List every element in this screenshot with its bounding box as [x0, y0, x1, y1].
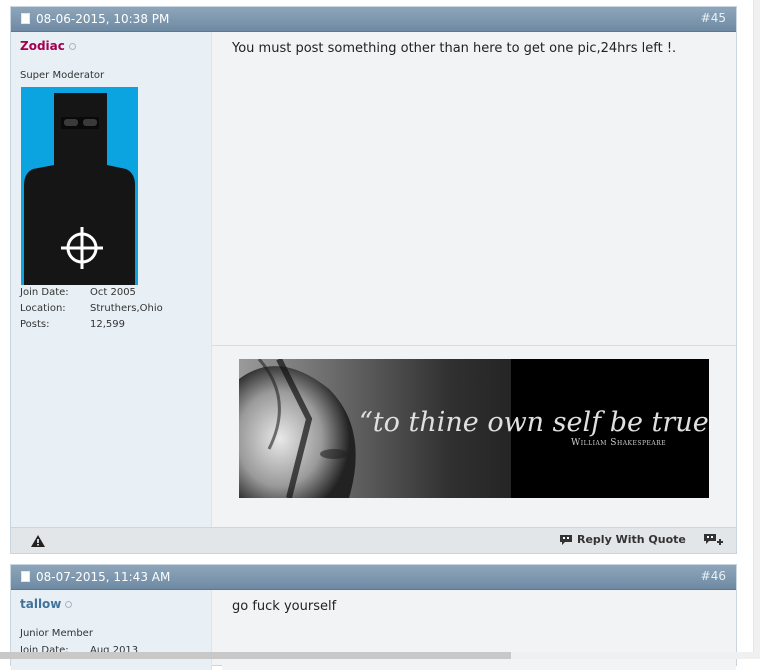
post-message: You must post something other than here …	[232, 41, 677, 56]
signature-image: “to thine own self be true” William Shak…	[239, 359, 709, 498]
user-title: Super Moderator	[20, 70, 105, 81]
offline-status-icon	[68, 43, 76, 50]
signature-attribution: William Shakespeare	[571, 438, 666, 448]
multiquote-plus-icon[interactable]	[703, 533, 723, 547]
user-detail-posts: Posts: 12,599	[20, 319, 125, 330]
post-header: 08-07-2015, 11:43 AM #46	[11, 565, 736, 590]
user-detail-location: Location: Struthers,Ohio	[20, 303, 163, 314]
post-date: 08-06-2015, 10:38 PM	[36, 12, 170, 26]
avatar-image	[21, 87, 138, 285]
username-text[interactable]: tallow	[20, 597, 61, 611]
post-header: 08-06-2015, 10:38 PM #45	[11, 7, 736, 32]
detail-label: Location:	[20, 303, 66, 314]
post-number-link[interactable]: #46	[701, 569, 726, 583]
user-detail-joindate: Join Date: Oct 2005	[20, 287, 136, 298]
detail-label: Posts:	[20, 319, 50, 330]
user-title: Junior Member	[20, 628, 93, 639]
document-icon	[21, 13, 30, 24]
offline-status-icon	[65, 601, 73, 608]
post-message: go fuck yourself	[232, 599, 337, 614]
post-footer: Reply With Quote	[11, 527, 736, 553]
user-info-panel: Zodiac Super Moderator Join Date: Oct 200…	[11, 32, 212, 527]
warning-triangle-icon[interactable]	[31, 535, 45, 547]
signature-divider	[212, 345, 736, 346]
signature-quote: “to thine own self be true”	[359, 407, 709, 438]
quote-bubble-icon	[560, 535, 572, 545]
username-link[interactable]: tallow	[20, 597, 73, 611]
vertical-scrollbar[interactable]	[753, 0, 760, 659]
username-text[interactable]: Zodiac	[20, 39, 65, 53]
detail-value: Struthers,Ohio	[90, 303, 163, 314]
avatar[interactable]	[21, 87, 138, 285]
post-45: 08-06-2015, 10:38 PM #45 Zodiac Super Mo…	[10, 6, 737, 554]
post-46: 08-07-2015, 11:43 AM #46 tallow Junior M…	[10, 564, 737, 670]
signature-banner: “to thine own self be true” William Shak…	[239, 359, 709, 498]
post-date: 08-07-2015, 11:43 AM	[36, 570, 171, 584]
post-number-link[interactable]: #45	[701, 11, 726, 25]
document-icon	[21, 571, 30, 582]
detail-value: Oct 2005	[90, 287, 136, 298]
detail-label: Join Date:	[20, 287, 69, 298]
reply-with-quote-button[interactable]: Reply With Quote	[559, 533, 686, 546]
reply-with-quote-label[interactable]: Reply With Quote	[577, 533, 686, 546]
username-link[interactable]: Zodiac	[20, 39, 76, 53]
detail-value: 12,599	[90, 319, 125, 330]
horizontal-scrollbar-thumb[interactable]	[0, 652, 511, 659]
